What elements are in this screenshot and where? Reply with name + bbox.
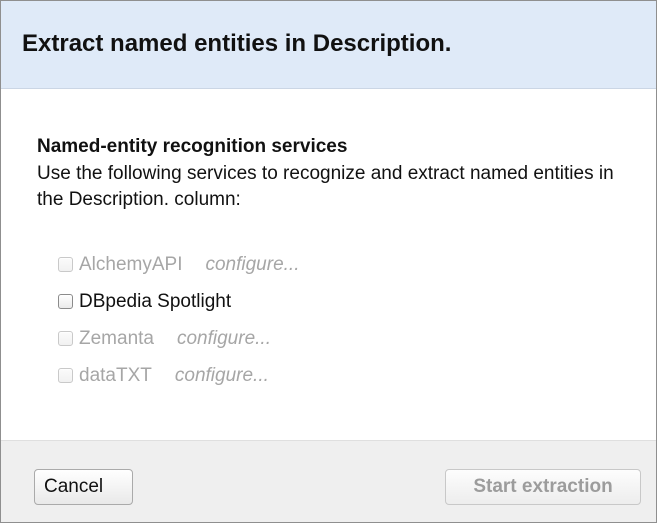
service-row-dbpedia-spotlight: DBpedia Spotlight <box>58 283 299 320</box>
alchemyapi-label: AlchemyAPI <box>79 253 183 275</box>
datatxt-label: dataTXT <box>79 364 152 386</box>
service-row-alchemyapi: AlchemyAPI configure... <box>58 246 299 283</box>
dialog-body: Named-entity recognition services Use th… <box>1 89 656 443</box>
named-entity-extraction-dialog: Extract named entities in Description. N… <box>0 0 657 523</box>
zemanta-label: Zemanta <box>79 327 154 349</box>
cancel-button[interactable]: Cancel <box>34 469 133 505</box>
zemanta-configure-link[interactable]: configure... <box>177 328 271 350</box>
datatxt-configure-link[interactable]: configure... <box>175 365 269 387</box>
dialog-title: Extract named entities in Description. <box>22 30 452 57</box>
alchemyapi-configure-link[interactable]: configure... <box>205 254 299 276</box>
zemanta-checkbox <box>58 331 73 346</box>
service-row-datatxt: dataTXT configure... <box>58 357 299 394</box>
dialog-footer: Cancel Start extraction <box>1 440 656 522</box>
services-list: AlchemyAPI configure... DBpedia Spotligh… <box>58 246 299 394</box>
dbpedia-spotlight-checkbox[interactable] <box>58 294 73 309</box>
datatxt-checkbox <box>58 368 73 383</box>
dialog-header: Extract named entities in Description. <box>1 1 656 89</box>
service-row-zemanta: Zemanta configure... <box>58 320 299 357</box>
dbpedia-spotlight-label[interactable]: DBpedia Spotlight <box>79 291 231 313</box>
start-extraction-button[interactable]: Start extraction <box>445 469 641 505</box>
section-heading: Named-entity recognition services <box>37 136 348 157</box>
alchemyapi-checkbox <box>58 257 73 272</box>
section-description: Use the following services to recognize … <box>37 163 614 210</box>
